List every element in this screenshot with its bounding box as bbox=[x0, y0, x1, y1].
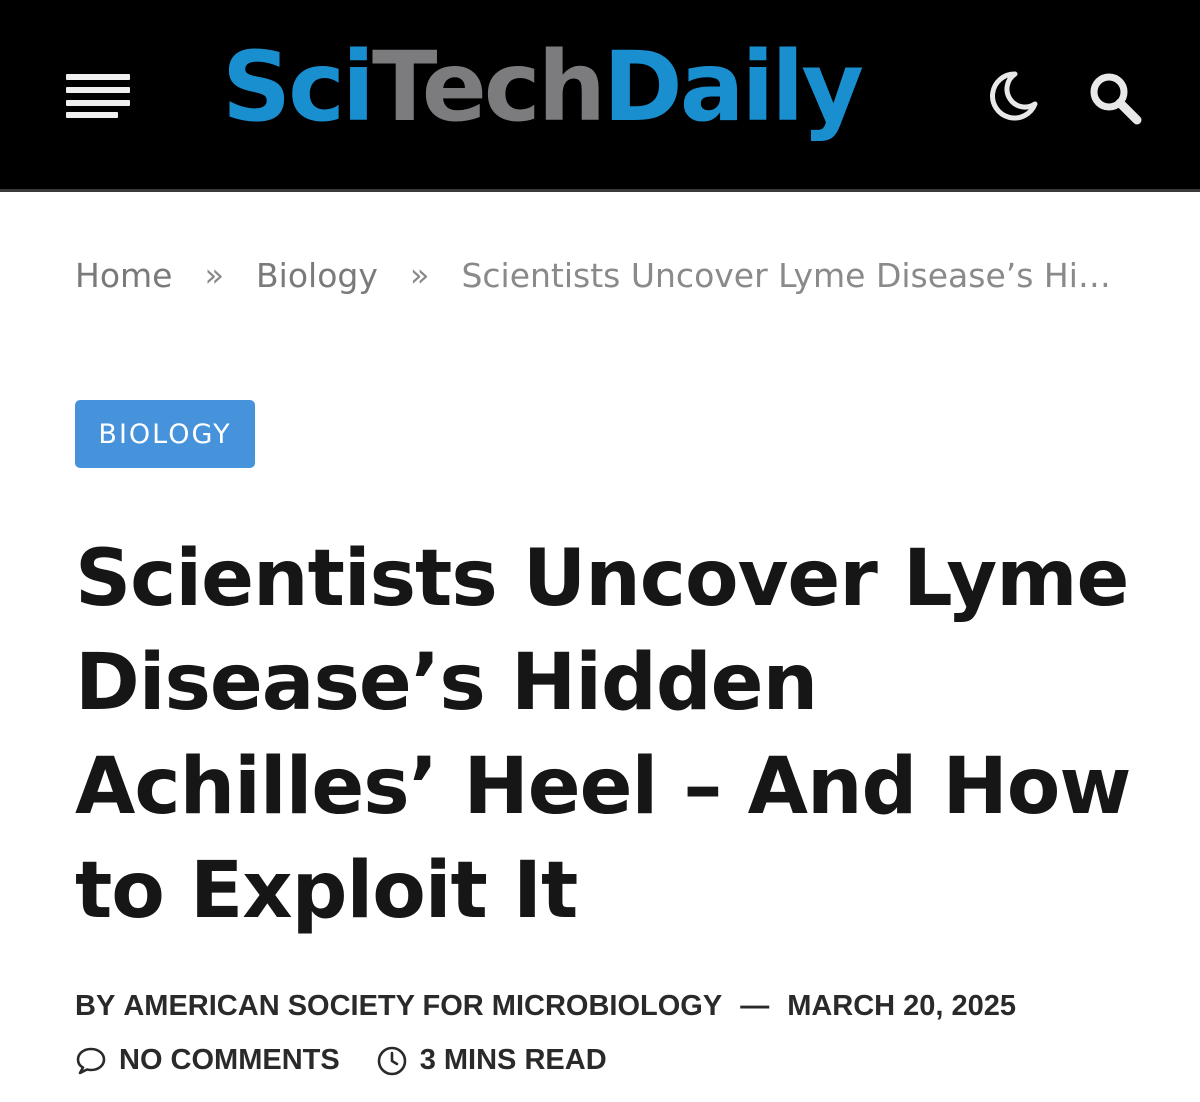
article-byline: BY AMERICAN SOCIETY FOR MICROBIOLOGY — M… bbox=[75, 990, 1016, 1023]
site-header: SciTechDaily bbox=[0, 0, 1200, 192]
publish-date: MARCH 20, 2025 bbox=[787, 990, 1017, 1022]
logo-tech: Tech bbox=[371, 31, 606, 143]
comment-bubble-icon bbox=[76, 1047, 106, 1074]
breadcrumb-category-link[interactable]: Biology bbox=[256, 256, 378, 295]
hamburger-menu-button[interactable] bbox=[66, 74, 130, 120]
logo-sci: Sci bbox=[222, 31, 375, 143]
byline-prefix: BY bbox=[75, 990, 116, 1022]
breadcrumb-separator: » bbox=[204, 256, 225, 294]
breadcrumb-separator: » bbox=[409, 256, 430, 294]
search-button[interactable] bbox=[1085, 68, 1145, 128]
breadcrumb-home-link[interactable]: Home bbox=[75, 256, 172, 295]
byline-dash: — bbox=[740, 990, 770, 1022]
search-icon bbox=[1090, 73, 1142, 125]
breadcrumb: Home » Biology » Scientists Uncover Lyme… bbox=[75, 252, 1115, 298]
dark-mode-toggle[interactable] bbox=[985, 68, 1041, 124]
read-time: 3 MINS READ bbox=[376, 1044, 607, 1077]
moon-icon bbox=[990, 71, 1038, 121]
article-meta: NO COMMENTS 3 MINS READ bbox=[75, 1044, 607, 1077]
article-title: Scientists Uncover Lyme Disease’s Hidden… bbox=[75, 534, 1131, 936]
comments-link[interactable]: NO COMMENTS bbox=[75, 1044, 340, 1077]
clock-icon bbox=[377, 1046, 407, 1075]
breadcrumb-current: Scientists Uncover Lyme Disease’s Hidden… bbox=[461, 255, 1115, 295]
read-time-label: 3 MINS READ bbox=[419, 1044, 607, 1076]
site-logo[interactable]: SciTechDaily bbox=[222, 22, 864, 152]
comments-count: NO COMMENTS bbox=[119, 1044, 340, 1076]
logo-daily: Daily bbox=[603, 31, 864, 143]
author-link[interactable]: AMERICAN SOCIETY FOR MICROBIOLOGY bbox=[123, 990, 722, 1023]
category-badge[interactable]: BIOLOGY bbox=[75, 400, 255, 468]
